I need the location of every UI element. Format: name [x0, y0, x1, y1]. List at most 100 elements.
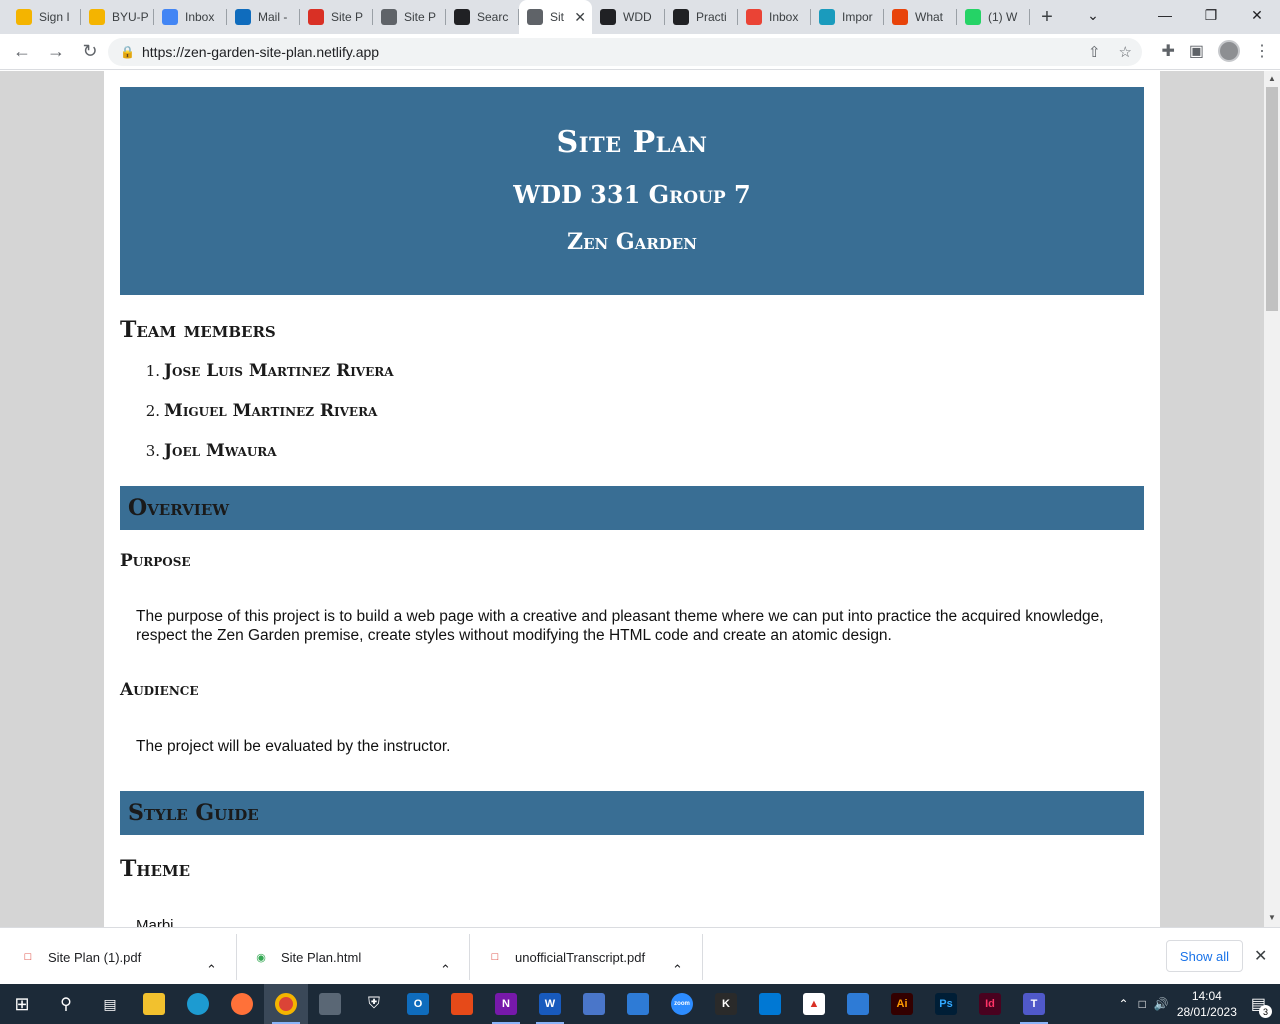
profile-avatar[interactable] — [1218, 40, 1240, 62]
file-explorer-icon[interactable] — [132, 984, 176, 1024]
minimize-button[interactable]: — — [1142, 0, 1188, 30]
chrome-icon[interactable] — [264, 984, 308, 1024]
acrobat-icon[interactable]: ▲ — [792, 984, 836, 1024]
show-all-button[interactable]: Show all — [1166, 940, 1243, 972]
tab-label: Sign I — [39, 10, 70, 24]
download-item[interactable]: □ unofficialTranscript.pdf — [487, 936, 645, 978]
volume-icon[interactable]: 🔊 — [1154, 997, 1169, 1011]
close-tab-icon[interactable]: ✕ — [574, 9, 586, 26]
page-subtitle: WDD 331 Group 7 — [513, 180, 751, 209]
browser-tab[interactable]: BYU-P — [81, 0, 154, 34]
tab-label: Site P — [331, 10, 364, 24]
chevron-up-icon[interactable]: ⌃ — [1119, 997, 1129, 1011]
tab-label: Practi — [696, 10, 727, 24]
outlook-icon[interactable]: O — [396, 984, 440, 1024]
security-icon[interactable]: ⛨ — [352, 984, 396, 1024]
browser-tab[interactable]: Mail - — [227, 0, 300, 34]
new-tab-button[interactable]: + — [1030, 0, 1064, 34]
clock[interactable]: 14:04 28/01/2023 — [1177, 988, 1237, 1020]
pdf-icon: □ — [491, 951, 499, 963]
page-viewport: Site Plan WDD 331 Group 7 Zen Garden Tea… — [0, 71, 1264, 927]
system-tray: ⌃ □ 🔊 14:04 28/01/2023 ▤ 3 — [1119, 984, 1280, 1024]
search-icon[interactable]: ⚲ — [44, 984, 88, 1024]
team-heading: Team members — [120, 317, 276, 343]
download-item[interactable]: ◉ Site Plan.html — [253, 936, 361, 978]
scroll-up-icon[interactable]: ▲ — [1268, 74, 1276, 83]
scroll-down-icon[interactable]: ▼ — [1268, 913, 1276, 922]
network-icon[interactable]: □ — [1139, 997, 1146, 1011]
list-number: 3. — [145, 442, 160, 460]
address-bar[interactable]: 🔒 https://zen-garden-site-plan.netlify.a… — [108, 38, 1142, 66]
browser-tab[interactable]: (1) W — [957, 0, 1030, 34]
audience-text: The project will be evaluated by the ins… — [136, 738, 451, 755]
extensions-icon[interactable]: ✚ — [1161, 41, 1174, 61]
browser-tab[interactable]: Practi — [665, 0, 738, 34]
browser-tab[interactable]: WDD — [592, 0, 665, 34]
pdf-icon: □ — [24, 951, 32, 963]
onenote-icon[interactable]: N — [484, 984, 528, 1024]
download-filename: Site Plan.html — [281, 949, 362, 965]
word-icon[interactable]: W — [528, 984, 572, 1024]
browser-tab[interactable]: Site P — [373, 0, 446, 34]
restore-button[interactable]: ❐ — [1188, 0, 1234, 30]
notification-badge: 3 — [1259, 1005, 1272, 1018]
gmail-icon — [746, 9, 762, 25]
theme-heading: Theme — [120, 856, 191, 882]
app-icon[interactable]: K — [704, 984, 748, 1024]
firefox-icon[interactable] — [220, 984, 264, 1024]
edge-icon[interactable] — [176, 984, 220, 1024]
notification-icon[interactable]: ▤ 3 — [1251, 994, 1272, 1018]
vscode-icon[interactable] — [748, 984, 792, 1024]
list-number: 2. — [145, 402, 160, 420]
indesign-icon[interactable]: Id — [968, 984, 1012, 1024]
lock-icon: 🔒 — [120, 45, 135, 59]
globe-icon — [381, 9, 397, 25]
snipping-tool-icon[interactable] — [572, 984, 616, 1024]
browser-toolbar: ← → ↻ 🔒 https://zen-garden-site-plan.net… — [0, 34, 1280, 70]
news-icon[interactable] — [836, 984, 880, 1024]
vertical-scrollbar[interactable]: ▲ ▼ — [1264, 71, 1280, 927]
site-header: Site Plan WDD 331 Group 7 Zen Garden — [120, 87, 1144, 295]
download-bar: □ Site Plan (1).pdf ⌃ ◉ Site Plan.html ⌃… — [0, 927, 1280, 984]
alert-icon — [892, 9, 908, 25]
url-text: https://zen-garden-site-plan.netlify.app — [142, 44, 380, 60]
browser-tab[interactable]: Impor — [811, 0, 884, 34]
whiteboard-icon[interactable] — [616, 984, 660, 1024]
browser-tab[interactable]: Site P — [300, 0, 373, 34]
scrollbar-thumb[interactable] — [1266, 87, 1278, 311]
share-icon[interactable]: ⇧ — [1088, 43, 1101, 61]
tab-search-icon[interactable]: ⌄ — [1070, 0, 1116, 30]
photoshop-icon[interactable]: Ps — [924, 984, 968, 1024]
reload-button[interactable]: ↻ — [74, 36, 106, 68]
download-filename: Site Plan (1).pdf — [48, 949, 142, 965]
task-view-icon[interactable]: ▤ — [88, 984, 132, 1024]
download-item[interactable]: □ Site Plan (1).pdf — [20, 936, 142, 978]
forward-button[interactable]: → — [40, 36, 72, 68]
browser-tab[interactable]: What — [884, 0, 957, 34]
bookmark-star-icon[interactable]: ☆ — [1119, 43, 1132, 61]
style-guide-heading: Style Guide — [120, 791, 1144, 835]
browser-tab[interactable]: Inbox — [154, 0, 227, 34]
inbox-icon — [162, 9, 178, 25]
team-list: 1. Jose Luis Martinez Rivera 2. Miguel Mart… — [144, 361, 394, 481]
tab-label: Inbox — [769, 10, 799, 24]
start-button[interactable]: ⊞ — [0, 984, 44, 1024]
zoom-icon[interactable]: zoom — [660, 984, 704, 1024]
illustrator-icon[interactable]: Ai — [880, 984, 924, 1024]
close-window-button[interactable]: ✕ — [1234, 0, 1280, 30]
back-button[interactable]: ← — [6, 36, 38, 68]
menu-icon[interactable]: ⋮ — [1254, 41, 1270, 61]
tab-label: Mail - — [258, 10, 288, 24]
page-title: Site Plan — [556, 125, 708, 160]
browser-tab[interactable]: Searc — [446, 0, 519, 34]
close-icon[interactable]: ✕ — [1254, 946, 1267, 966]
browser-tab[interactable]: Inbox — [738, 0, 811, 34]
github-icon — [673, 9, 689, 25]
browser-tab[interactable]: Sign I — [8, 0, 81, 34]
calculator-icon[interactable] — [308, 984, 352, 1024]
browser-tab[interactable]: Sit ✕ — [519, 0, 592, 34]
side-panel-icon[interactable]: ▣ — [1189, 41, 1204, 61]
office-icon[interactable] — [440, 984, 484, 1024]
teams-icon[interactable]: T — [1012, 984, 1056, 1024]
team-member: 2. Miguel Martinez Rivera — [144, 401, 394, 441]
